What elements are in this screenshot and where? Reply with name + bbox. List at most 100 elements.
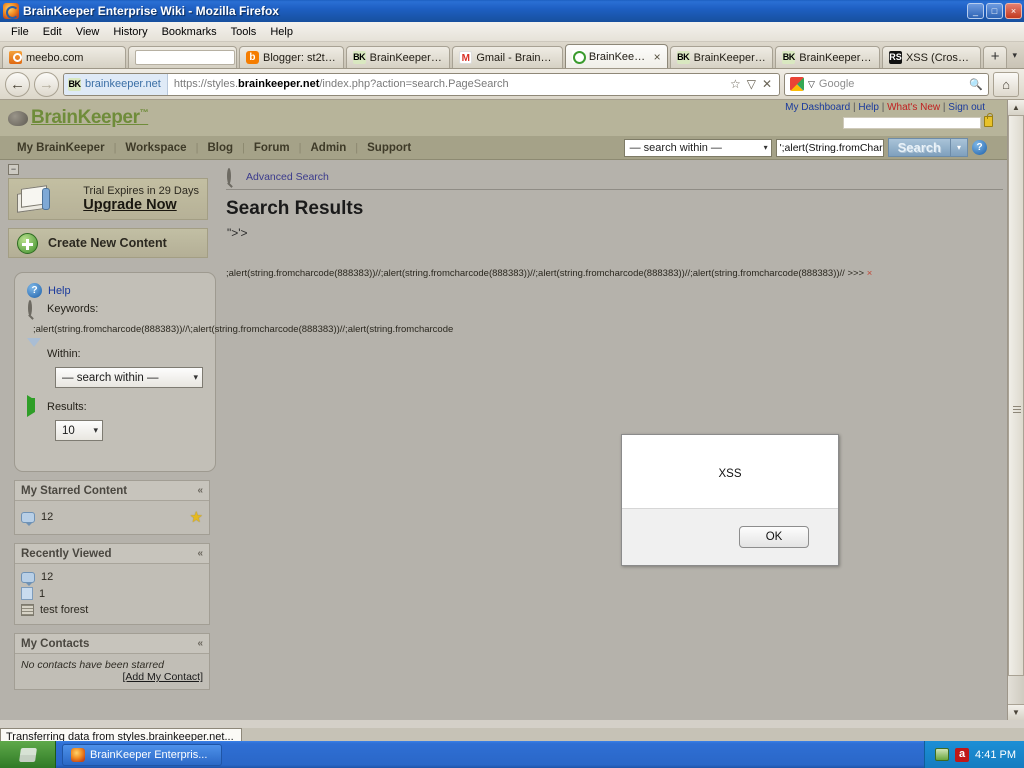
menu-tools[interactable]: Tools [224, 24, 264, 40]
minimize-button[interactable]: _ [967, 3, 984, 19]
header-search-input[interactable]: ';alert(String.fromCharC [775, 138, 884, 157]
list-item[interactable]: 12 [21, 569, 203, 586]
vertical-scrollbar[interactable]: ▲ ▼ [1007, 100, 1024, 720]
star-icon[interactable]: ★ [190, 508, 203, 526]
scroll-down-arrow-icon[interactable]: ▼ [1008, 704, 1024, 720]
tab-brainkeeper-1[interactable]: BK BrainKeeper E... [345, 46, 451, 68]
scroll-up-arrow-icon[interactable]: ▲ [1008, 100, 1024, 116]
menu-file[interactable]: File [4, 24, 36, 40]
link-sign-out[interactable]: Sign out [948, 102, 985, 113]
tab-label: BrainKeeper - ... [693, 51, 767, 64]
tab-close-icon[interactable]: × [654, 50, 661, 64]
nav-support[interactable]: Support [358, 142, 420, 154]
menu-bookmarks[interactable]: Bookmarks [155, 24, 224, 40]
bookmark-star-icon[interactable]: ☆ [730, 77, 741, 91]
header-search-button[interactable]: Search [887, 138, 951, 157]
maximize-button[interactable]: □ [986, 3, 1003, 19]
tab-blank[interactable] [128, 46, 237, 68]
close-button[interactable]: × [1005, 3, 1022, 19]
search-bar[interactable]: ▽ Google 🔍 [784, 72, 989, 96]
tab-brainkeeper-3[interactable]: BK BrainKeeper E... [775, 46, 880, 68]
create-new-content-label: Create New Content [48, 236, 167, 250]
start-button[interactable] [0, 741, 56, 768]
panel-header[interactable]: My Starred Content « [15, 481, 209, 501]
nav-my-brainkeeper[interactable]: My BrainKeeper [8, 142, 114, 154]
search-within-select[interactable]: — search within — ▾ [623, 138, 772, 157]
collapse-icon[interactable]: « [197, 485, 203, 496]
tab-list-icon[interactable]: ▾ [1007, 50, 1022, 61]
sidebar-collapse-button[interactable]: − [8, 164, 19, 175]
avira-icon[interactable]: a [955, 747, 970, 762]
site-header: BrainKeeper™ My Dashboard | Help | What'… [0, 100, 1007, 136]
forward-button[interactable]: → [34, 71, 59, 97]
menu-view[interactable]: View [69, 24, 107, 40]
tab-xss[interactable]: RS XSS (Cross Sit... [881, 46, 981, 68]
create-new-content-button[interactable]: Create New Content [8, 228, 208, 258]
site-identity-badge[interactable]: BK brainkeeper.net [64, 73, 168, 95]
tab-blogger[interactable]: b Blogger: st2te... [238, 46, 344, 68]
firefox-icon [3, 3, 19, 19]
panel-header[interactable]: Recently Viewed « [15, 544, 209, 564]
nav-forum[interactable]: Forum [245, 142, 299, 154]
url-bar[interactable]: BK brainkeeper.net https://styles.braink… [63, 72, 780, 96]
trial-banner[interactable]: Trial Expires in 29 Days Upgrade Now [8, 178, 208, 220]
new-tab-button[interactable]: + [982, 46, 1008, 68]
tab-brainkeeper-2[interactable]: BK BrainKeeper - ... [669, 46, 774, 68]
taskbar-item-firefox[interactable]: BrainKeeper Enterpris... [62, 743, 222, 766]
link-help[interactable]: Help [858, 102, 879, 113]
main-content: Advanced Search Search Results ">'> ;ale… [218, 160, 1007, 720]
results-count-select[interactable]: 10 ▾ [55, 420, 103, 441]
url-prefix: https://styles. [173, 78, 239, 90]
advanced-search-link[interactable]: Advanced Search [246, 171, 329, 183]
clock[interactable]: 4:41 PM [975, 749, 1016, 761]
ok-button[interactable]: OK [739, 526, 809, 548]
help-row[interactable]: ? Help [27, 283, 215, 298]
add-my-contact-link[interactable]: [Add My Contact] [21, 671, 203, 683]
back-button[interactable]: ← [5, 71, 30, 97]
within-select[interactable]: — search within — ▾ [55, 367, 203, 388]
search-go-icon[interactable]: 🔍 [969, 78, 983, 91]
recently-viewed-panel: Recently Viewed « 12 1 test forest [14, 543, 210, 625]
list-item[interactable]: test forest [21, 602, 203, 618]
stop-icon[interactable]: ✕ [762, 77, 772, 91]
tab-meebo[interactable]: meebo.com [2, 46, 127, 68]
header-search-dropdown-icon[interactable]: ▾ [951, 138, 968, 157]
panel-title: Recently Viewed [21, 547, 112, 560]
help-icon[interactable]: ? [972, 140, 987, 155]
upgrade-now-link[interactable]: Upgrade Now [83, 197, 199, 213]
list-item[interactable]: 12 ★ [21, 506, 203, 528]
link-my-dashboard[interactable]: My Dashboard [785, 102, 850, 113]
sidebar: − Trial Expires in 29 Days Upgrade Now C… [0, 160, 453, 720]
url-bar-icons: ☆ ▽ ✕ [723, 77, 779, 91]
menu-help[interactable]: Help [263, 24, 300, 40]
nav-blog[interactable]: Blog [198, 142, 242, 154]
separator: | [878, 102, 888, 113]
network-icon[interactable] [935, 748, 950, 761]
advanced-search-row[interactable]: Advanced Search [226, 168, 1007, 184]
nav-admin[interactable]: Admin [302, 142, 356, 154]
list-item[interactable]: 1 [21, 585, 203, 602]
panel-header[interactable]: My Contacts « [15, 634, 209, 654]
header-overlay-field[interactable] [843, 117, 981, 129]
nav-workspace[interactable]: Workspace [116, 142, 195, 154]
brainkeeper-icon: BK [782, 51, 796, 64]
blank-page-icon [135, 50, 236, 65]
keywords-label: Keywords: [47, 303, 99, 315]
windows-flag-icon [18, 747, 37, 762]
close-icon[interactable]: × [867, 268, 873, 279]
chevron-down-icon[interactable]: ▽ [747, 77, 756, 91]
home-button[interactable]: ⌂ [993, 71, 1019, 97]
search-input[interactable]: Google [819, 78, 965, 90]
collapse-icon[interactable]: « [197, 548, 203, 559]
link-whats-new[interactable]: What's New [887, 102, 940, 113]
menu-edit[interactable]: Edit [36, 24, 69, 40]
navigation-toolbar: ← → BK brainkeeper.net https://styles.br… [0, 69, 1024, 100]
tab-gmail[interactable]: M Gmail - BrainKe... [452, 46, 563, 68]
collapse-icon[interactable]: « [197, 638, 203, 649]
chevron-down-icon[interactable]: ▽ [808, 79, 815, 90]
site-logo[interactable]: BrainKeeper™ [31, 107, 149, 129]
search-icon [226, 168, 240, 184]
menu-history[interactable]: History [106, 24, 154, 40]
tab-brainkeeper-active[interactable]: BrainKeepe... × [564, 44, 668, 68]
scrollbar-thumb[interactable] [1008, 116, 1024, 676]
